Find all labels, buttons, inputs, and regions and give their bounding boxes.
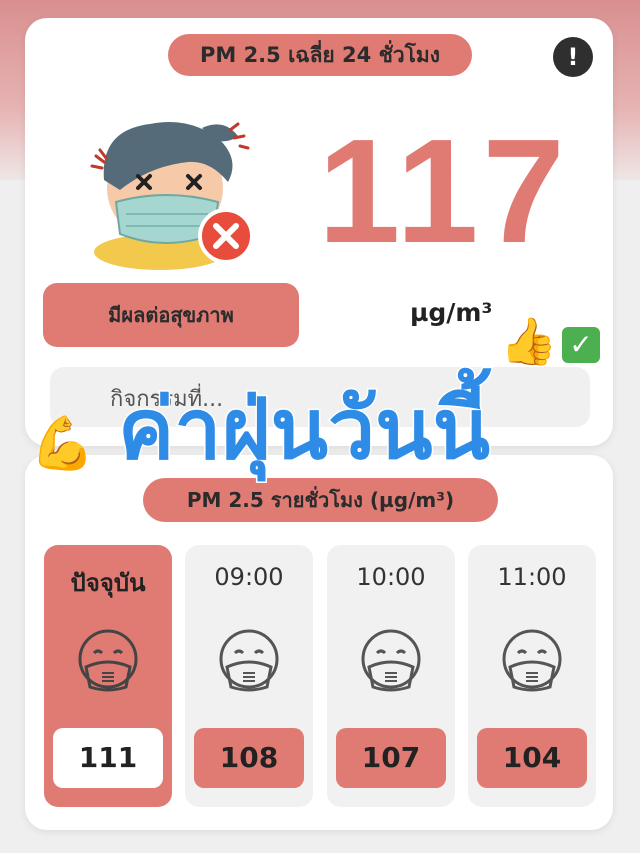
sick-person-mask-icon [90,122,254,270]
thumbs-up-icon: 👍 [500,314,558,368]
tile-pm-value: 107 [336,728,446,788]
info-icon[interactable]: ! [553,37,593,77]
hourly-tile-current[interactable]: ปัจจุบัน 111 [44,545,172,807]
tile-time-label: 09:00 [214,563,284,591]
hourly-tile-1000[interactable]: 10:00 107 [327,545,455,807]
tile-time-label: 11:00 [497,563,567,591]
tile-time-label: 10:00 [356,563,426,591]
tile-pm-value: 111 [53,728,163,788]
pm25-unit: µg/m³ [410,298,493,327]
check-mark-icon: ✓ [562,327,600,363]
mask-face-icon [78,629,138,692]
tile-time-label: ปัจจุบัน [70,569,146,597]
health-status-badge: มีผลต่อสุขภาพ [43,283,299,347]
mask-face-icon [219,629,279,692]
hourly-tile-0900[interactable]: 09:00 108 [185,545,313,807]
overlay-caption: ค่าฝุ่นวันนี้ [117,379,492,480]
tile-pm-value: 108 [194,728,304,788]
hourly-title: PM 2.5 รายชั่วโมง (µg/m³) [143,478,498,522]
mask-face-icon [502,629,562,692]
tile-pm-value: 104 [477,728,587,788]
hourly-tile-1100[interactable]: 11:00 104 [468,545,596,807]
mask-face-icon [361,629,421,692]
pm25-value: 117 [318,109,569,274]
daily-average-title: PM 2.5 เฉลี่ย 24 ชั่วโมง [168,34,472,76]
flexed-biceps-icon: 💪 [30,414,95,474]
